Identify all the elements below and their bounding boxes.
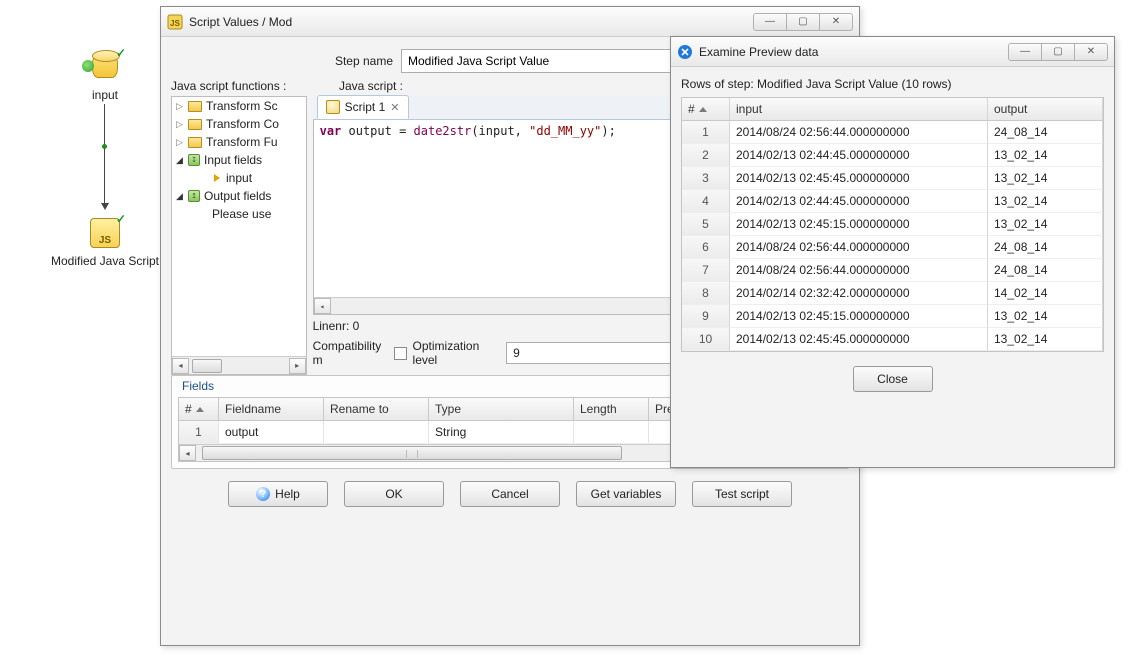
maximize-button[interactable]: ▢ — [1041, 43, 1075, 61]
table-row[interactable]: 72014/08/24 02:56:44.00000000024_08_14 — [682, 259, 1103, 282]
table-row[interactable]: 32014/02/13 02:45:45.00000000013_02_14 — [682, 167, 1103, 190]
help-icon: ? — [256, 487, 270, 501]
table-row[interactable]: 12014/08/24 02:56:44.00000000024_08_14 — [682, 121, 1103, 144]
functions-tree[interactable]: ▷Transform Sc ▷Transform Co ▷Transform F… — [171, 96, 307, 375]
tree-item-label: Transform Fu — [206, 135, 278, 149]
close-button[interactable]: ✕ — [819, 13, 853, 31]
table-row[interactable]: 42014/02/13 02:44:45.00000000013_02_14 — [682, 190, 1103, 213]
close-button[interactable]: ✕ — [1074, 43, 1108, 61]
transform-node-input[interactable]: ✓ input — [35, 50, 175, 102]
col-input[interactable]: input — [730, 98, 988, 121]
functions-label: Java script functions : — [171, 79, 339, 93]
tree-item-label[interactable]: input — [226, 171, 252, 185]
close-button[interactable]: Close — [853, 366, 933, 392]
ok-button[interactable]: OK — [344, 481, 444, 507]
table-row[interactable]: 82014/02/14 02:32:42.00000000014_02_14 — [682, 282, 1103, 305]
preview-dialog: Examine Preview data — ▢ ✕ Rows of step:… — [670, 36, 1115, 468]
close-icon[interactable]: ✕ — [390, 101, 399, 114]
maximize-button[interactable]: ▢ — [786, 13, 820, 31]
tree-item-label: Transform Sc — [206, 99, 278, 113]
play-icon — [214, 174, 220, 182]
col-fieldname[interactable]: Fieldname — [219, 398, 324, 421]
opt-level-label: Optimization level — [413, 339, 501, 367]
titlebar[interactable]: JS Script Values / Mod — ▢ ✕ — [161, 7, 859, 37]
minimize-button[interactable]: — — [753, 13, 787, 31]
col-output[interactable]: output — [988, 98, 1103, 121]
window-title: Examine Preview data — [699, 45, 1009, 59]
rows-of-step-label: Rows of step: Modified Java Script Value… — [681, 77, 1104, 91]
tree-item-label: Transform Co — [206, 117, 279, 131]
script-tab-label: Script 1 — [345, 100, 386, 114]
hop-arrow[interactable] — [104, 104, 105, 204]
table-row[interactable]: 102014/02/13 02:45:45.00000000013_02_14 — [682, 328, 1103, 351]
script-tab[interactable]: Script 1 ✕ — [317, 95, 409, 119]
col-rename[interactable]: Rename to — [324, 398, 429, 421]
col-hash[interactable]: # — [682, 98, 730, 121]
table-row[interactable]: 62014/08/24 02:56:44.00000000024_08_14 — [682, 236, 1103, 259]
test-script-button[interactable]: Test script — [692, 481, 792, 507]
col-hash[interactable]: # — [179, 398, 219, 421]
preview-grid[interactable]: # input output 12014/08/24 02:56:44.0000… — [681, 97, 1104, 352]
node-label: Modified Java Script — [35, 254, 175, 268]
transform-node-js[interactable]: JS✓ Modified Java Script — [35, 216, 175, 268]
table-row[interactable]: 92014/02/13 02:45:15.00000000013_02_14 — [682, 305, 1103, 328]
tree-item-label: Input fields — [204, 153, 262, 167]
tree-scrollbar[interactable]: ◂▸ — [172, 356, 306, 374]
get-variables-button[interactable]: Get variables — [576, 481, 676, 507]
table-row[interactable]: 52014/02/13 02:45:15.00000000013_02_14 — [682, 213, 1103, 236]
spoon-icon — [677, 44, 693, 60]
table-row[interactable]: 22014/02/13 02:44:45.00000000013_02_14 — [682, 144, 1103, 167]
window-title: Script Values / Mod — [189, 15, 754, 29]
titlebar[interactable]: Examine Preview data — ▢ ✕ — [671, 37, 1114, 67]
tree-item-label: Output fields — [204, 189, 271, 203]
tree-item-label: Please use — [212, 207, 271, 221]
minimize-button[interactable]: — — [1008, 43, 1042, 61]
col-length[interactable]: Length — [574, 398, 649, 421]
scripts-label: Java script : — [339, 79, 403, 93]
col-type[interactable]: Type — [429, 398, 574, 421]
js-icon: JS — [167, 14, 183, 30]
output-fields-icon: ↥ — [188, 190, 200, 202]
script-icon — [326, 100, 340, 114]
cancel-button[interactable]: Cancel — [460, 481, 560, 507]
compat-label: Compatibility m — [313, 339, 389, 367]
svg-text:JS: JS — [170, 19, 180, 28]
compat-checkbox[interactable] — [394, 347, 406, 360]
input-fields-icon: ↧ — [188, 154, 200, 166]
help-button[interactable]: ?Help — [228, 481, 328, 507]
node-label: input — [35, 88, 175, 102]
step-name-label: Step name — [171, 54, 401, 68]
